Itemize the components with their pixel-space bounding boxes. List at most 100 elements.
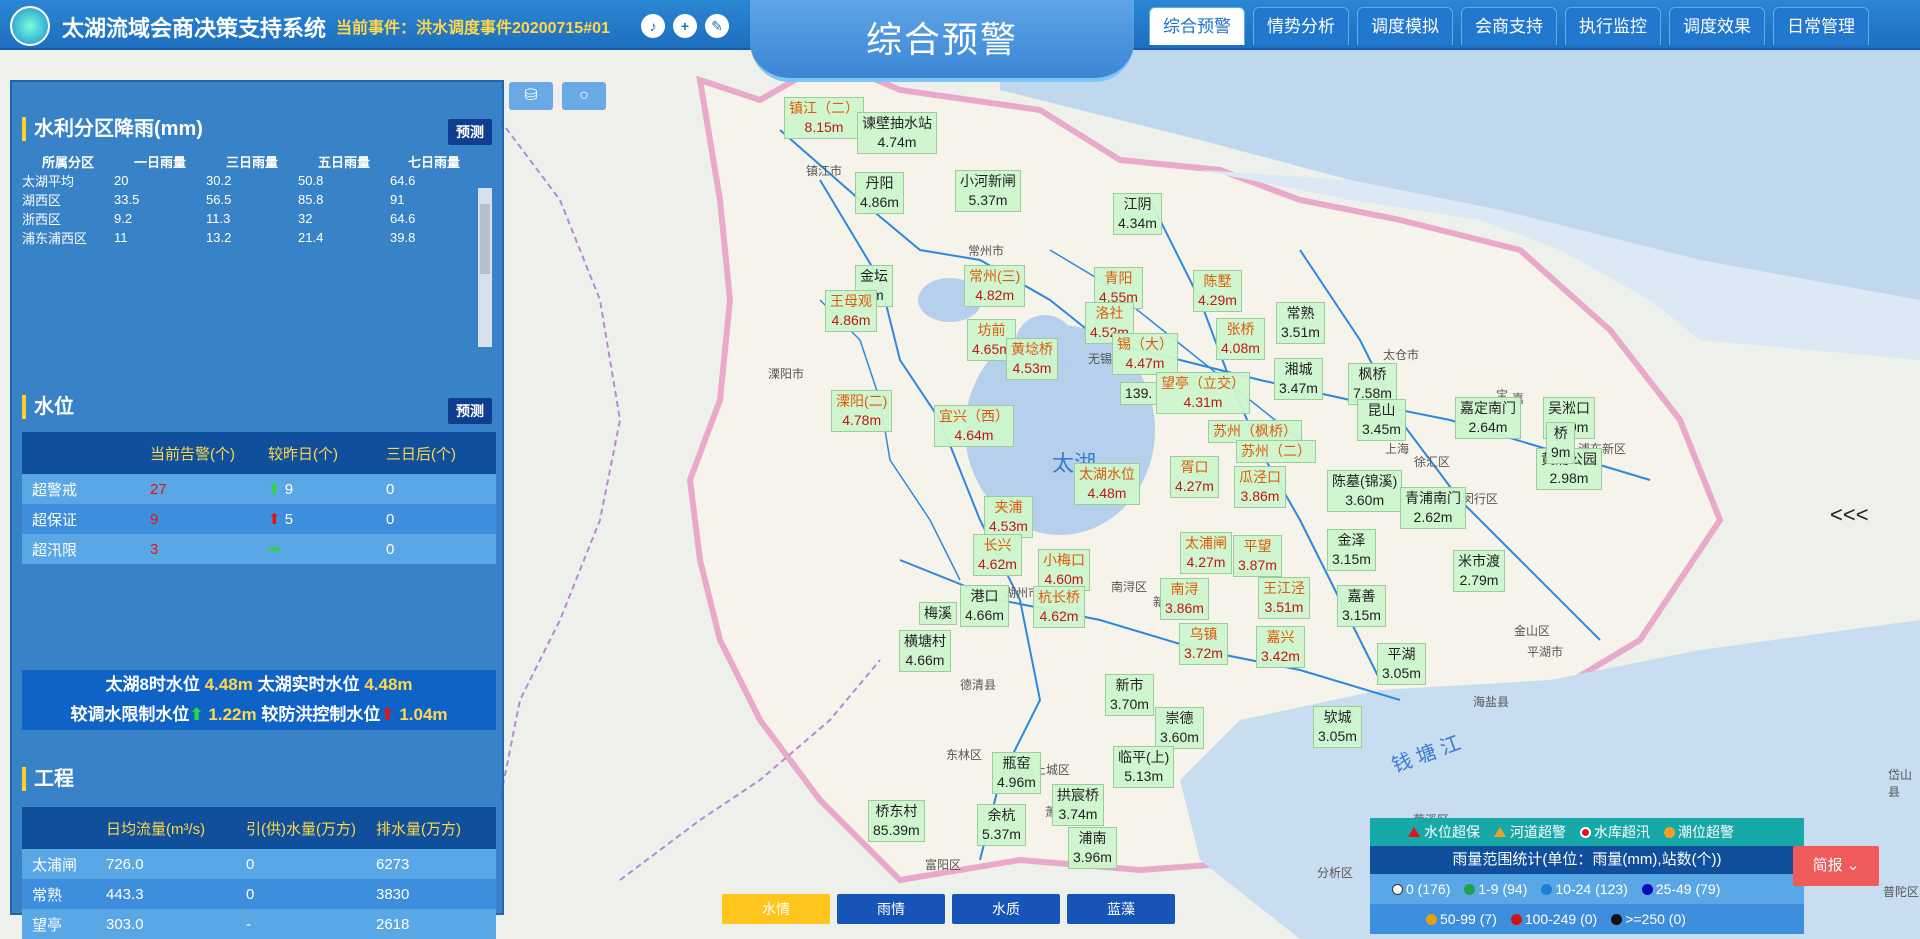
- station-label[interactable]: 桥东村 85.39m: [868, 800, 925, 842]
- station-label[interactable]: 梅溪: [919, 602, 957, 625]
- plus-icon[interactable]: +: [673, 14, 697, 38]
- station-label[interactable]: 丹阳 4.86m: [855, 172, 904, 214]
- station-label[interactable]: 锡（大） 4.47m: [1112, 333, 1178, 375]
- station-label[interactable]: 浦南 3.96m: [1068, 827, 1117, 869]
- rain-scrollbar[interactable]: [478, 188, 492, 347]
- collapse-panel-button[interactable]: <<<: [1830, 502, 1869, 528]
- search-icon[interactable]: ○: [562, 82, 606, 110]
- station-label[interactable]: 常州(三) 4.82m: [964, 265, 1026, 307]
- station-label[interactable]: 金泽 3.15m: [1327, 529, 1376, 571]
- algae-button[interactable]: 蓝藻: [1067, 894, 1175, 924]
- station-label[interactable]: 港口 4.66m: [960, 585, 1009, 627]
- station-label[interactable]: 乌镇 3.72m: [1179, 623, 1228, 665]
- legend-item[interactable]: 50-99 (7): [1426, 911, 1497, 927]
- station-label[interactable]: 南浔 3.86m: [1160, 578, 1209, 620]
- station-name: 新市: [1115, 677, 1144, 693]
- station-label[interactable]: 青浦南门 2.62m: [1400, 487, 1466, 529]
- station-label[interactable]: 苏州（二）: [1236, 440, 1316, 463]
- station-label[interactable]: 江阴 4.34m: [1113, 193, 1162, 235]
- layers-icon[interactable]: ⛁: [509, 82, 553, 110]
- station-label[interactable]: 杭长桥 4.62m: [1033, 586, 1085, 628]
- station-label[interactable]: 王江泾 3.51m: [1258, 577, 1310, 619]
- station-label[interactable]: 夹浦 4.53m: [984, 496, 1033, 538]
- station-label[interactable]: 溧阳(二) 4.78m: [831, 390, 893, 432]
- station-label[interactable]: 瓜泾口 3.86m: [1234, 466, 1286, 508]
- station-name: 王江泾: [1263, 580, 1305, 596]
- station-label[interactable]: 崇德 3.60m: [1155, 707, 1204, 749]
- station-label[interactable]: 临平(上) 5.13m: [1113, 746, 1175, 788]
- station-label[interactable]: 湘城 3.47m: [1274, 358, 1323, 400]
- rain-regime-button[interactable]: 雨情: [837, 894, 945, 924]
- table-row[interactable]: 超汛限 3 ➡ 0: [22, 534, 496, 564]
- station-label[interactable]: 胥口 4.27m: [1170, 456, 1219, 498]
- station-label[interactable]: 长兴 4.62m: [973, 534, 1022, 576]
- rain-predict-button[interactable]: 预测: [448, 119, 492, 145]
- station-label[interactable]: 黄埝桥 4.53m: [1006, 338, 1058, 380]
- summary-value: 4.48m: [204, 675, 253, 694]
- station-label[interactable]: 小梅口 4.60m: [1038, 549, 1090, 591]
- station-name: 江阴: [1123, 196, 1152, 212]
- table-row[interactable]: 超警戒 27 ⬆ 9 0: [22, 474, 496, 504]
- scrollbar-thumb[interactable]: [480, 204, 490, 274]
- water-predict-button[interactable]: 预测: [448, 398, 492, 424]
- station-name: 平湖: [1387, 646, 1416, 662]
- tab-situation-analysis[interactable]: 情势分析: [1253, 7, 1349, 45]
- station-label[interactable]: 嘉定南门 2.64m: [1455, 397, 1521, 439]
- wrench-icon[interactable]: ✎: [705, 14, 729, 38]
- station-label[interactable]: 宜兴（西） 4.64m: [934, 405, 1014, 447]
- station-label[interactable]: 瓶窑 4.96m: [992, 752, 1041, 794]
- table-row[interactable]: 太浦闸 726.0 0 6273: [22, 849, 496, 879]
- water-regime-button[interactable]: 水情: [722, 894, 830, 924]
- tab-dispatch-effect[interactable]: 调度效果: [1669, 7, 1765, 45]
- station-name: 乌镇: [1189, 626, 1218, 642]
- tab-dispatch-simulation[interactable]: 调度模拟: [1357, 7, 1453, 45]
- station-label[interactable]: 余杭 5.37m: [977, 804, 1026, 846]
- station-label[interactable]: 张桥 4.08m: [1216, 318, 1265, 360]
- station-label[interactable]: 太湖水位 4.48m: [1074, 463, 1140, 505]
- station-label[interactable]: 太浦闸 4.27m: [1180, 532, 1232, 574]
- station-label[interactable]: 陈墅 4.29m: [1193, 270, 1242, 312]
- station-label[interactable]: 139.: [1120, 382, 1158, 405]
- station-label[interactable]: 小河新闸 5.37m: [955, 170, 1021, 212]
- tab-consultation-support[interactable]: 会商支持: [1461, 7, 1557, 45]
- legend-item[interactable]: 10-24 (123): [1541, 881, 1628, 897]
- station-label[interactable]: 新市 3.70m: [1105, 674, 1154, 716]
- station-label[interactable]: 欤城 3.05m: [1313, 706, 1362, 748]
- station-label[interactable]: 常熟 3.51m: [1276, 302, 1325, 344]
- station-label[interactable]: 昆山 3.45m: [1357, 399, 1406, 441]
- station-label[interactable]: 望亭（立交） 4.31m: [1156, 372, 1250, 414]
- station-label[interactable]: 嘉善 3.15m: [1337, 585, 1386, 627]
- station-name: 常熟: [1286, 305, 1315, 321]
- legend-item[interactable]: 1-9 (94): [1464, 881, 1527, 897]
- station-label[interactable]: 平湖 3.05m: [1377, 643, 1426, 685]
- station-label[interactable]: 桥 9m: [1546, 422, 1576, 464]
- legend-item[interactable]: 0 (176): [1392, 881, 1450, 897]
- station-name: 谏壁抽水站: [862, 115, 932, 131]
- station-label[interactable]: 谏壁抽水站 4.74m: [857, 112, 937, 154]
- tab-execution-monitor[interactable]: 执行监控: [1565, 7, 1661, 45]
- station-label[interactable]: 平望 3.87m: [1233, 535, 1282, 577]
- table-row[interactable]: 超保证 9 ⬆ 5 0: [22, 504, 496, 534]
- bell-icon[interactable]: ♪: [641, 14, 665, 38]
- rain-header: 七日雨量: [407, 155, 460, 170]
- water-quality-button[interactable]: 水质: [952, 894, 1060, 924]
- station-label[interactable]: 陈墓(锦溪) 3.60m: [1327, 470, 1403, 512]
- station-label[interactable]: 王母观 4.86m: [825, 290, 877, 332]
- place-label: 南浔区: [1111, 580, 1148, 594]
- legend-item[interactable]: >=250 (0): [1611, 911, 1686, 927]
- tab-daily-management[interactable]: 日常管理: [1773, 7, 1869, 45]
- table-row[interactable]: 常熟 443.3 0 3830: [22, 879, 496, 909]
- station-label[interactable]: 米市渡 2.79m: [1453, 550, 1505, 592]
- legend-item[interactable]: 100-249 (0): [1510, 911, 1597, 927]
- station-label[interactable]: 拱宸桥 3.74m: [1052, 784, 1104, 826]
- rain-cell: 33.5: [114, 192, 140, 207]
- station-label[interactable]: 横塘村 4.66m: [899, 630, 951, 672]
- station-label[interactable]: 镇江（二） 8.15m: [784, 97, 864, 139]
- rain-cell: 85.8: [298, 192, 324, 207]
- station-label[interactable]: 嘉兴 3.42m: [1256, 626, 1305, 668]
- brief-report-button[interactable]: 简报 ⌄: [1793, 846, 1879, 886]
- table-row[interactable]: 望亭 303.0-2618: [22, 909, 496, 939]
- rain-table-wrap[interactable]: 所属分区 一日雨量 三日雨量 五日雨量 七日雨量 太湖平均 20 30.2 50.8 6…: [22, 152, 492, 347]
- legend-item[interactable]: 25-49 (79): [1641, 881, 1720, 897]
- tab-comprehensive-warning[interactable]: 综合预警: [1149, 7, 1245, 45]
